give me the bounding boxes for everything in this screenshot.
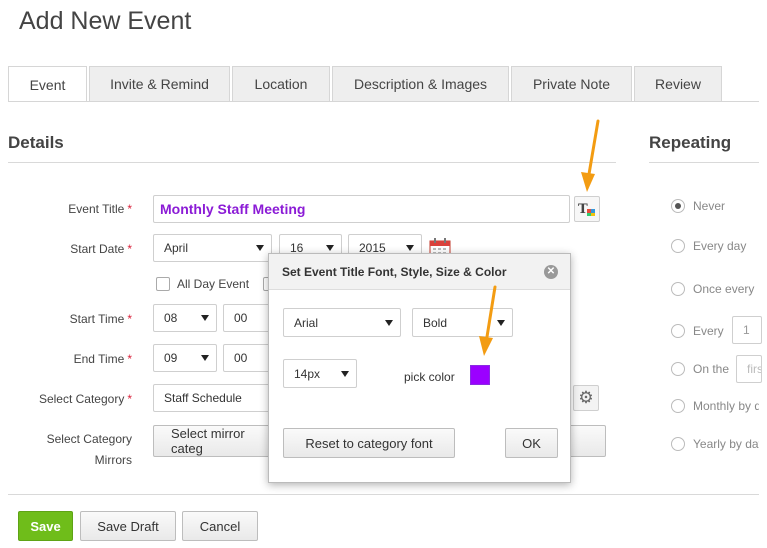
details-heading: Details <box>8 133 64 152</box>
tab-label: Review <box>655 76 701 92</box>
tab-review[interactable]: Review <box>634 66 722 101</box>
select-mirror-button[interactable]: Select mirror categ <box>153 425 273 457</box>
reset-font-button[interactable]: Reset to category font <box>283 428 455 458</box>
end-minute-select[interactable]: 00 <box>223 344 273 372</box>
save-button[interactable]: Save <box>18 511 73 541</box>
repeat-monthly-radio[interactable] <box>671 399 685 413</box>
tab-label: Private Note <box>532 76 611 92</box>
chevron-down-icon <box>406 245 414 251</box>
repeat-once-every-radio[interactable] <box>671 282 685 296</box>
repeating-heading: Repeating <box>649 133 732 152</box>
start-hour-value: 08 <box>164 311 178 325</box>
chevron-down-icon <box>341 370 349 377</box>
repeat-on-the-radio[interactable] <box>671 362 685 376</box>
chevron-down-icon <box>326 245 334 251</box>
repeat-every-input[interactable]: 1 <box>732 316 762 344</box>
start-month-select[interactable]: April <box>153 234 272 262</box>
cancel-button[interactable]: Cancel <box>182 511 258 541</box>
repeat-every-day-label: Every day <box>693 239 747 253</box>
repeat-once-every-label: Once every <box>693 282 755 296</box>
repeat-yearly-radio[interactable] <box>671 437 685 451</box>
repeat-every-radio[interactable] <box>671 324 685 338</box>
footer-divider <box>8 494 759 495</box>
end-hour-select[interactable]: 09 <box>153 344 217 372</box>
tab-label: Description & Images <box>353 76 488 92</box>
close-icon[interactable]: ✕ <box>544 265 558 279</box>
color-swatch[interactable] <box>470 365 490 385</box>
tab-invite-remind[interactable]: Invite & Remind <box>89 66 230 101</box>
pick-color-label: pick color <box>404 370 455 384</box>
font-family-value: Arial <box>294 315 319 330</box>
chevron-down-icon <box>201 355 209 361</box>
category-label: Select Category * <box>38 392 132 406</box>
start-minute-value: 00 <box>234 311 248 325</box>
modal-ok-button[interactable]: OK <box>505 428 558 458</box>
repeat-on-the-select[interactable]: firs <box>736 355 762 383</box>
svg-text:T: T <box>578 202 588 217</box>
chevron-down-icon <box>201 315 209 321</box>
gear-icon: ⚙ <box>578 388 594 407</box>
title-format-button[interactable]: T <box>574 196 600 222</box>
text-format-icon: T <box>578 202 595 217</box>
page-title: Add New Event <box>19 7 192 35</box>
save-draft-button[interactable]: Save Draft <box>80 511 176 541</box>
details-divider <box>8 162 616 163</box>
start-date-label: Start Date * <box>70 242 132 256</box>
mirror-button-label: Select mirror categ <box>171 426 245 456</box>
all-day-label: All Day Event <box>177 277 250 291</box>
modal-title: Set Event Title Font, Style, Size & Colo… <box>282 264 507 279</box>
end-time-label: End Time * <box>73 352 132 366</box>
end-hour-value: 09 <box>164 351 178 365</box>
font-size-value: 14px <box>294 366 321 381</box>
tab-label: Invite & Remind <box>110 76 209 92</box>
tab-label: Event <box>29 76 66 93</box>
category-value: Staff Schedule <box>164 391 242 405</box>
start-month-value: April <box>164 241 189 255</box>
repeat-never-label: Never <box>693 199 726 213</box>
arrow-icon <box>581 119 600 192</box>
repeat-every-day-radio[interactable] <box>671 239 685 253</box>
chevron-down-icon <box>385 319 393 326</box>
repeat-on-the-label: On the <box>693 362 730 376</box>
tab-description-images[interactable]: Description & Images <box>332 66 509 101</box>
start-minute-select[interactable]: 00 <box>223 304 273 332</box>
font-family-select[interactable]: Arial <box>283 308 401 337</box>
font-style-modal: Set Event Title Font, Style, Size & Colo… <box>268 253 571 483</box>
category-select[interactable]: Staff Schedule <box>153 384 273 412</box>
tabs-divider <box>8 101 759 102</box>
tab-label: Location <box>254 76 308 92</box>
end-minute-value: 00 <box>234 351 248 365</box>
font-style-value: Bold <box>423 315 448 330</box>
category-settings-button[interactable]: ⚙ <box>573 385 599 411</box>
start-time-label: Start Time * <box>69 312 132 326</box>
event-title-input[interactable]: Monthly Staff Meeting <box>153 195 570 223</box>
font-style-select[interactable]: Bold <box>412 308 513 337</box>
all-day-checkbox[interactable] <box>156 277 170 291</box>
event-title-label: Event Title * <box>68 202 132 216</box>
repeat-monthly-label: Monthly by d <box>693 399 759 413</box>
tab-location[interactable]: Location <box>232 66 330 101</box>
font-size-select[interactable]: 14px <box>283 359 357 388</box>
mirror-label: Select Category Mirrors <box>46 432 132 467</box>
chevron-down-icon <box>256 245 264 251</box>
chevron-down-icon <box>497 319 505 326</box>
start-hour-select[interactable]: 08 <box>153 304 217 332</box>
repeat-never-radio[interactable] <box>671 199 685 213</box>
tab-private-note[interactable]: Private Note <box>511 66 632 101</box>
modal-header: Set Event Title Font, Style, Size & Colo… <box>269 254 570 290</box>
repeat-yearly-label: Yearly by dat <box>693 437 759 451</box>
repeating-divider <box>649 162 759 163</box>
tab-event[interactable]: Event <box>8 66 87 102</box>
repeat-every-label: Every <box>693 324 724 338</box>
